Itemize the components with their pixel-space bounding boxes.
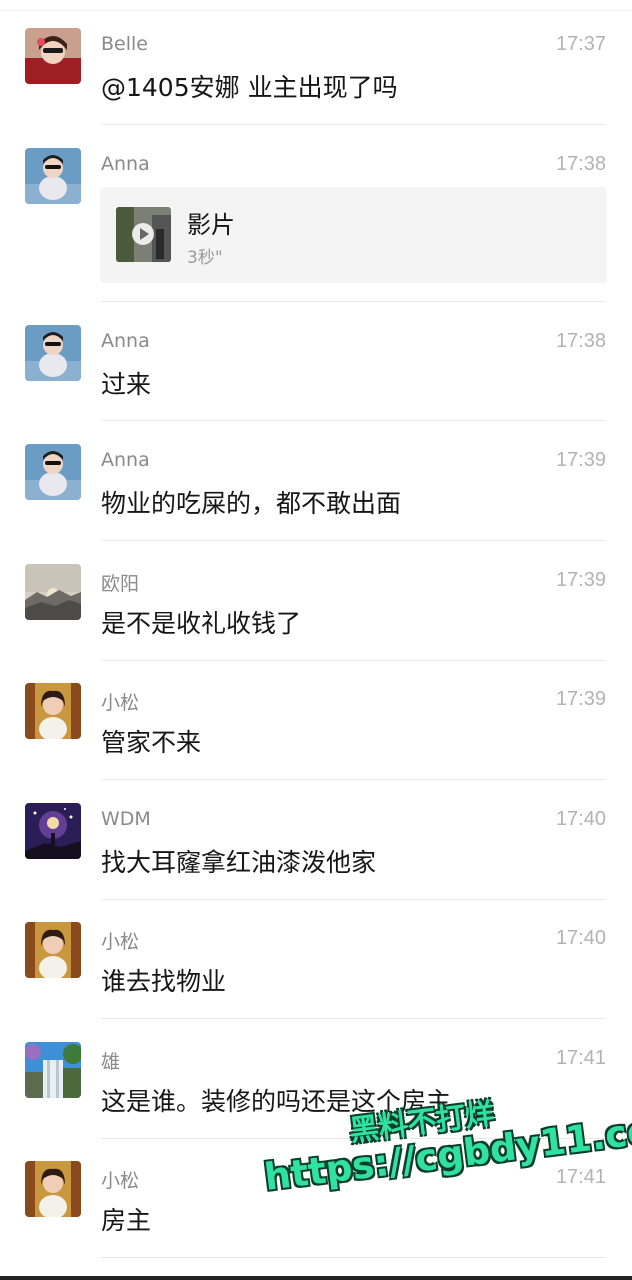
message-time: 17:39	[555, 569, 606, 591]
sender-name: WDM	[101, 808, 151, 830]
avatar[interactable]	[25, 325, 81, 381]
sender-name: 小松	[101, 931, 140, 953]
top-divider	[0, 10, 632, 11]
chat-message[interactable]: Anna 17:38 影片 3秒"	[0, 135, 632, 302]
message-time: 17:39	[555, 449, 606, 471]
message-divider	[101, 540, 606, 541]
sender-name: Anna	[101, 449, 150, 471]
bottom-bar	[0, 1276, 632, 1280]
message-divider	[101, 660, 606, 661]
avatar[interactable]	[25, 922, 81, 978]
message-time: 17:40	[555, 808, 606, 830]
message-divider	[101, 301, 606, 302]
message-time: 17:41	[555, 1047, 606, 1069]
message-text: @1405安娜 业主出现了吗	[101, 73, 398, 102]
sender-name: Belle	[101, 33, 148, 55]
avatar[interactable]	[25, 1161, 81, 1217]
message-text: 过来	[101, 370, 152, 399]
message-divider	[101, 779, 606, 780]
avatar[interactable]	[25, 683, 81, 739]
message-divider	[101, 1018, 606, 1019]
chat-message[interactable]: 小松 17:40 谁去找物业	[0, 909, 632, 1019]
message-time: 17:40	[555, 927, 606, 949]
message-time: 17:41	[555, 1166, 606, 1188]
chat-message[interactable]: Anna 17:39 物业的吃屎的，都不敢出面	[0, 431, 632, 541]
chat-message[interactable]: 小松 17:39 管家不来	[0, 670, 632, 780]
sender-name: 小松	[101, 1170, 140, 1192]
avatar[interactable]	[25, 803, 81, 859]
sender-name: 欧阳	[101, 573, 140, 595]
avatar[interactable]	[25, 1042, 81, 1098]
sender-name: 小松	[101, 692, 140, 714]
avatar[interactable]	[25, 564, 81, 620]
sender-name: 雄	[101, 1051, 121, 1073]
message-time: 17:38	[555, 153, 606, 175]
message-divider	[101, 420, 606, 421]
avatar[interactable]	[25, 148, 81, 204]
message-divider	[101, 899, 606, 900]
video-thumbnail[interactable]	[116, 207, 171, 262]
avatar[interactable]	[25, 28, 81, 84]
chat-message[interactable]: Anna 17:38 过来	[0, 312, 632, 421]
chat-message[interactable]: 欧阳 17:39 是不是收礼收钱了	[0, 551, 632, 661]
video-duration: 3秒"	[187, 248, 223, 268]
message-time: 17:38	[555, 330, 606, 352]
video-attachment[interactable]: 影片 3秒"	[100, 187, 607, 283]
sender-name: Anna	[101, 153, 150, 175]
message-text: 物业的吃屎的，都不敢出面	[101, 489, 402, 518]
chat-message[interactable]: WDM 17:40 找大耳窿拿红油漆泼他家	[0, 790, 632, 900]
message-text: 是不是收礼收钱了	[101, 609, 302, 638]
message-text: 谁去找物业	[101, 967, 227, 996]
message-text: 管家不来	[101, 728, 202, 757]
chat-message[interactable]: Belle 17:37 @1405安娜 业主出现了吗	[0, 15, 632, 125]
message-text: 房主	[101, 1206, 152, 1235]
video-title: 影片	[187, 211, 235, 239]
sender-name: Anna	[101, 330, 150, 352]
avatar[interactable]	[25, 444, 81, 500]
message-divider	[101, 124, 606, 125]
message-time: 17:39	[555, 688, 606, 710]
message-divider	[101, 1257, 606, 1258]
message-time: 17:37	[555, 33, 606, 55]
message-text: 找大耳窿拿红油漆泼他家	[101, 848, 377, 877]
